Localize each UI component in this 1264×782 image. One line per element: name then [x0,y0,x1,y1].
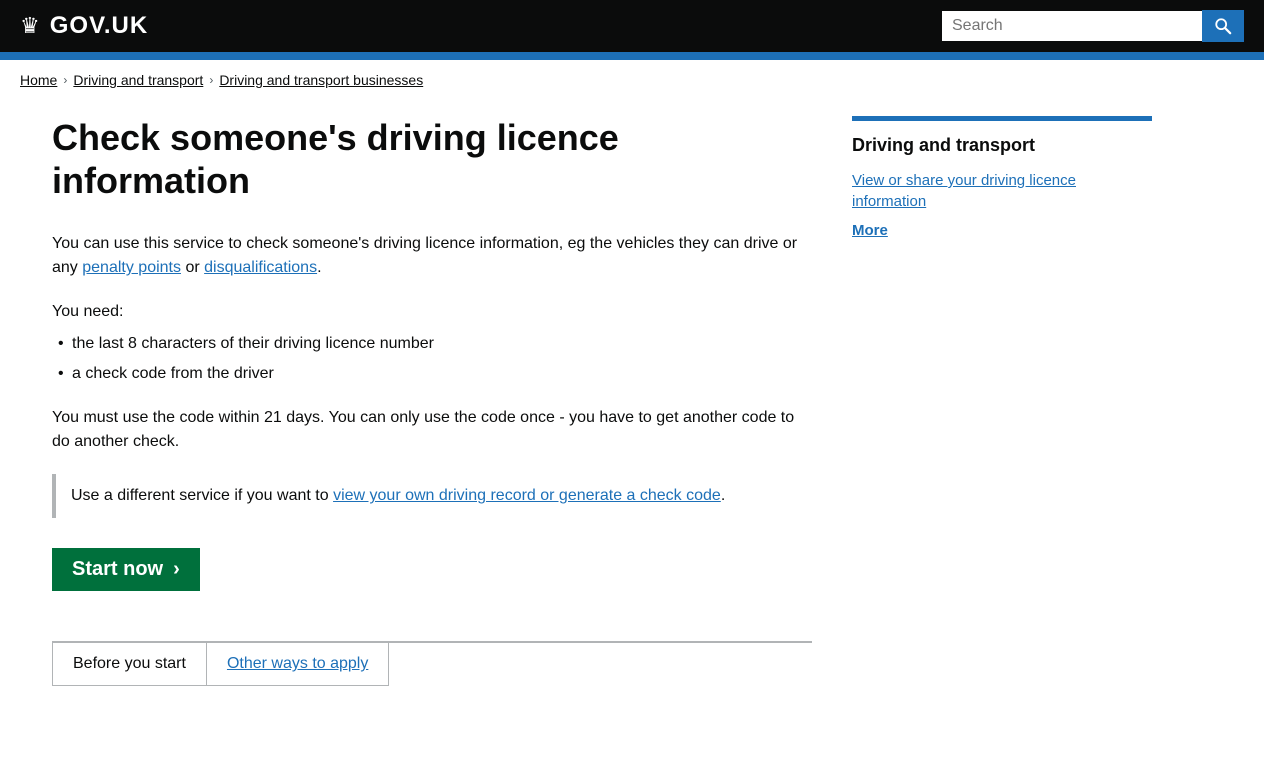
sidebar: Driving and transport View or share your… [852,116,1152,686]
requirements-heading: You need: [52,300,812,324]
search-icon [1214,17,1232,35]
search-input[interactable] [942,11,1202,41]
main-container: Check someone's driving licence informat… [32,96,1232,726]
tab-before-you-start[interactable]: Before you start [52,643,206,686]
callout-box: Use a different service if you want to v… [52,474,812,518]
disqualifications-link[interactable]: disqualifications [204,259,317,276]
requirements-list: the last 8 characters of their driving l… [52,332,812,386]
breadcrumb-driving-transport-businesses[interactable]: Driving and transport businesses [219,72,423,88]
intro-end: . [317,259,321,276]
breadcrumb: Home › Driving and transport › Driving a… [0,60,1264,96]
search-button[interactable] [1202,10,1244,42]
list-item: the last 8 characters of their driving l… [52,332,812,356]
code-note: You must use the code within 21 days. Yo… [52,406,812,454]
sidebar-view-licence-link[interactable]: View or share your driving licence infor… [852,170,1152,212]
tab-other-ways[interactable]: Other ways to apply [206,643,389,686]
page-title: Check someone's driving licence informat… [52,116,812,202]
site-header: ♛ GOV.UK [0,0,1264,52]
penalty-points-link[interactable]: penalty points [82,259,181,276]
gov-uk-logo[interactable]: ♛ GOV.UK [20,12,148,40]
callout-link[interactable]: view your own driving record or generate… [333,487,721,504]
start-button-label: Start now [72,558,163,581]
sidebar-more-link[interactable]: More [852,222,1152,239]
sidebar-heading: Driving and transport [852,135,1152,156]
tabs-row: Before you start Other ways to apply [52,641,812,686]
breadcrumb-sep-2: › [209,73,213,87]
breadcrumb-driving-transport[interactable]: Driving and transport [73,72,203,88]
start-now-button[interactable]: Start now › [52,548,200,591]
callout-end: . [721,487,725,504]
list-item: a check code from the driver [52,362,812,386]
main-content: Check someone's driving licence informat… [52,116,812,686]
breadcrumb-home[interactable]: Home [20,72,57,88]
search-form [942,10,1244,42]
start-arrow-icon: › [173,558,180,581]
crown-icon: ♛ [20,13,40,39]
sidebar-accent-bar [852,116,1152,121]
breadcrumb-sep-1: › [63,73,67,87]
blue-accent-bar [0,52,1264,60]
gov-uk-logo-text: GOV.UK [50,12,148,40]
callout-text: Use a different service if you want to [71,487,329,504]
intro-mid: or [185,259,199,276]
intro-paragraph: You can use this service to check someon… [52,232,812,280]
